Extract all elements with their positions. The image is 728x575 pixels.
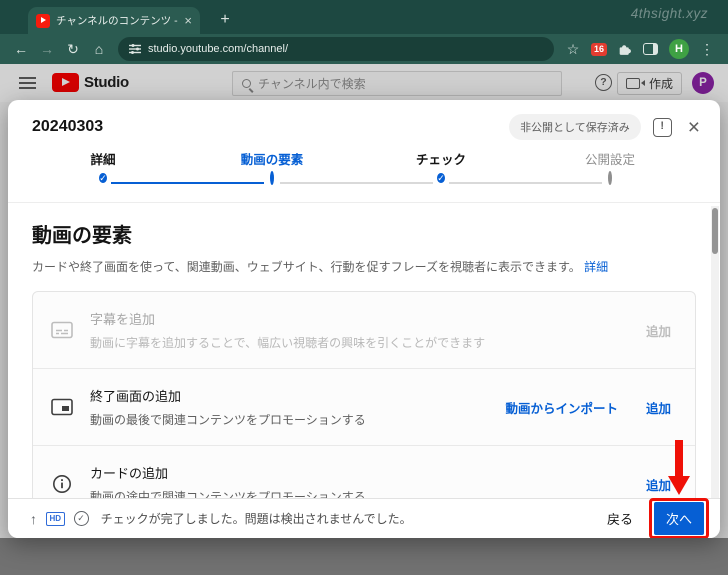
refresh-button[interactable]: ↻: [60, 34, 86, 64]
end-screen-texts: 終了画面の追加 動画の最後で関連コンテンツをプロモーションする: [90, 386, 490, 428]
checks-complete-icon: ✓: [73, 511, 89, 526]
info-circle-icon: [49, 474, 75, 494]
back-button-dialog[interactable]: 戻る: [595, 502, 645, 535]
step-details[interactable]: 詳細 ✓: [28, 152, 178, 186]
step-video-elements-circle-icon: [270, 171, 274, 185]
subtitles-title: 字幕を追加: [90, 312, 156, 327]
step-details-check-icon: ✓: [99, 173, 107, 183]
checks-status-text: チェックが完了しました。問題は検出されませんでした。: [100, 512, 412, 526]
side-panel-icon[interactable]: [643, 43, 658, 55]
step-checks-check-icon: ✓: [437, 173, 445, 183]
subtitles-icon: [49, 320, 75, 340]
browser-tab[interactable]: チャンネルのコンテンツ - YouTube S ×: [28, 7, 200, 34]
url-text: studio.youtube.com/channel/: [148, 43, 289, 55]
subtitles-texts: 字幕を追加 動画に字幕を追加することで、幅広い視聴者の興味を引くことができます: [90, 309, 631, 351]
feedback-icon[interactable]: !: [652, 117, 672, 137]
end-screen-description: 動画の最後で関連コンテンツをプロモーションする: [90, 413, 366, 427]
saved-status-badge: 非公開として保存済み: [509, 114, 641, 140]
subtitles-add-button: 追加: [645, 324, 671, 339]
back-button[interactable]: ←: [8, 34, 34, 64]
step-checks[interactable]: チェック ✓: [366, 152, 516, 186]
watermark-text: 4thsight.xyz: [630, 6, 708, 21]
dialog-header: 20240303 非公開として保存済み ! ×: [8, 100, 720, 146]
section-description-text: カードや終了画面を使って、関連動画、ウェブサイト、行動を促すフレーズを視聴者に表…: [32, 260, 581, 274]
end-screen-actions: 動画からインポート 追加: [505, 398, 679, 417]
dialog-body: 動画の要素 カードや終了画面を使って、関連動画、ウェブサイト、行動を促すフレーズ…: [8, 203, 720, 523]
step-visibility[interactable]: 公開設定: [535, 152, 685, 186]
section-description: カードや終了画面を使って、関連動画、ウェブサイト、行動を促すフレーズを視聴者に表…: [32, 258, 696, 275]
step-visibility-circle-icon: [608, 171, 612, 185]
tab-close-icon[interactable]: ×: [184, 14, 192, 27]
dialog-scrollbar-track: [711, 206, 719, 498]
dialog-footer: ↑ HD ✓ チェックが完了しました。問題は検出されませんでした。 戻る 次へ: [8, 440, 720, 538]
video-elements-list: 字幕を追加 動画に字幕を追加することで、幅広い視聴者の興味を引くことができます …: [32, 291, 696, 523]
end-screen-title: 終了画面の追加: [90, 389, 182, 404]
step-checks-label: チェック: [415, 153, 466, 167]
browser-window: チャンネルのコンテンツ - YouTube S × + 4thsight.xyz…: [0, 0, 728, 575]
import-from-video-button[interactable]: 動画からインポート: [505, 398, 618, 417]
browser-menu-icon[interactable]: ⋮: [694, 34, 720, 64]
subtitles-description: 動画に字幕を追加することで、幅広い視聴者の興味を引くことができます: [90, 336, 486, 350]
studio-page: Studio ? 作成 P 20240303 非公開として保存済み ! ×: [0, 64, 728, 575]
next-button-wrap: 次へ: [648, 440, 709, 538]
learn-more-link[interactable]: 詳細: [584, 260, 608, 274]
step-video-elements-label: 動画の要素: [240, 153, 304, 167]
next-button[interactable]: 次へ: [653, 502, 704, 535]
section-heading: 動画の要素: [32, 225, 132, 247]
hd-quality-icon: HD: [46, 511, 65, 526]
browser-toolbar: ← → ↻ ⌂ studio.youtube.com/channel/ ☆ 16…: [0, 34, 728, 64]
tune-icon: [129, 44, 141, 54]
bookmark-star-icon[interactable]: ☆: [560, 34, 586, 64]
cards-title: カードの追加: [90, 466, 169, 481]
end-screen-row: 終了画面の追加 動画の最後で関連コンテンツをプロモーションする 動画からインポー…: [33, 368, 695, 445]
new-tab-button[interactable]: +: [212, 7, 238, 33]
stepper: 詳細 ✓ 動画の要素 チェック ✓ 公開設定: [8, 146, 720, 203]
video-title: 20240303: [32, 118, 104, 135]
dialog-close-icon[interactable]: ×: [688, 117, 700, 138]
step-details-label: 詳細: [90, 153, 116, 167]
tab-strip: チャンネルのコンテンツ - YouTube S × + 4thsight.xyz: [0, 0, 728, 34]
extensions-icon[interactable]: [617, 42, 632, 57]
browser-profile-avatar[interactable]: H: [669, 39, 689, 59]
address-bar[interactable]: studio.youtube.com/channel/: [118, 37, 554, 61]
step-video-elements[interactable]: 動画の要素: [197, 152, 347, 186]
annotation-arrow: [674, 440, 683, 476]
youtube-favicon-icon: [36, 13, 50, 28]
subtitles-actions: 追加: [646, 321, 679, 340]
step-visibility-label: 公開設定: [584, 153, 635, 167]
video-details-dialog: 20240303 非公開として保存済み ! × 詳細 ✓ 動画の要素 チェック …: [8, 100, 720, 538]
end-screen-icon: [49, 397, 75, 417]
upload-status-icon: ↑: [30, 510, 37, 527]
extension-notification-badge[interactable]: 16: [590, 42, 607, 56]
tab-title: チャンネルのコンテンツ - YouTube S: [56, 15, 178, 27]
end-screen-add-button[interactable]: 追加: [646, 398, 671, 417]
dialog-scrollbar-thumb[interactable]: [712, 208, 718, 254]
subtitles-row: 字幕を追加 動画に字幕を追加することで、幅広い視聴者の興味を引くことができます …: [33, 292, 695, 368]
forward-button[interactable]: →: [34, 34, 60, 64]
home-button[interactable]: ⌂: [86, 34, 112, 64]
